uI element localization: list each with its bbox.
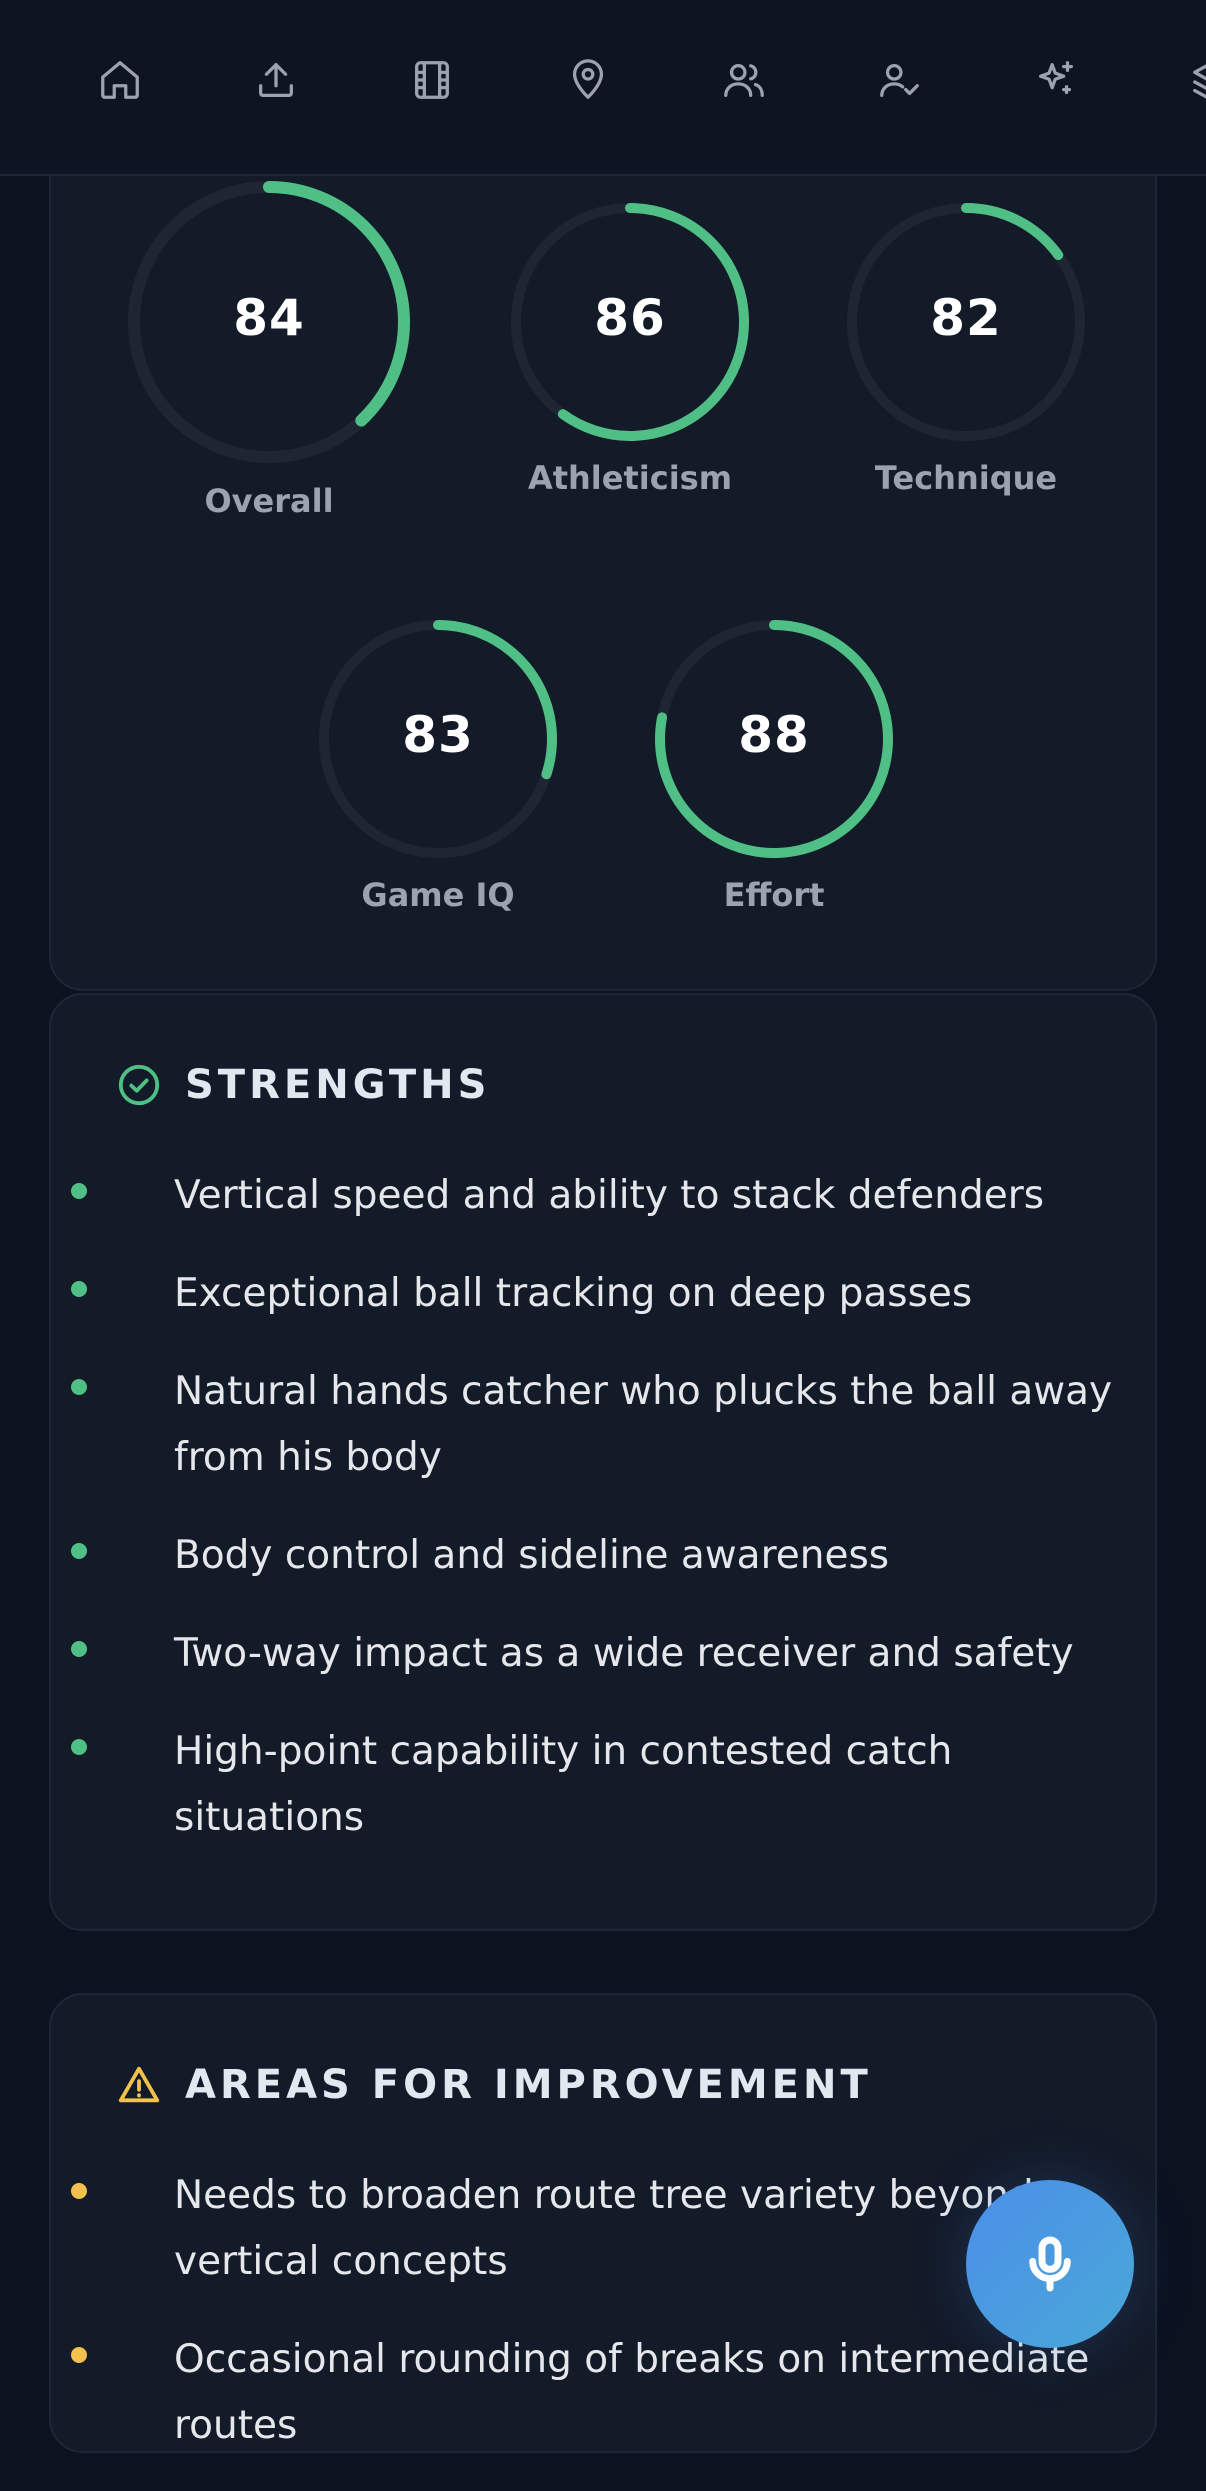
bullet-dot xyxy=(71,1183,87,1199)
layers-icon[interactable] xyxy=(1184,52,1206,108)
list-item: Body control and sideline awareness xyxy=(71,1523,1115,1589)
strengths-list: Vertical speed and ability to stack defe… xyxy=(71,1163,1115,1883)
film-icon[interactable] xyxy=(404,52,460,108)
score-value: 84 xyxy=(233,289,305,347)
bullet-dot xyxy=(71,2183,87,2199)
list-item-text: Two-way impact as a wide receiver and sa… xyxy=(174,1631,1074,1676)
improvement-header: AREAS FOR IMPROVEMENT xyxy=(115,2061,872,2109)
section-title: AREAS FOR IMPROVEMENT xyxy=(185,2062,872,2108)
list-item: Needs to broaden route tree variety beyo… xyxy=(71,2163,1115,2295)
score-ring-effort: 88 xyxy=(652,617,896,861)
user-check-icon[interactable] xyxy=(872,52,928,108)
strengths-header: STRENGTHS xyxy=(115,1061,490,1109)
improvement-list: Needs to broaden route tree variety beyo… xyxy=(71,2163,1115,2491)
score-value: 88 xyxy=(738,706,810,764)
score-label: Effort xyxy=(723,876,825,914)
score-ring-technique: 82 xyxy=(844,200,1088,444)
bullet-dot xyxy=(71,2347,87,2363)
users-icon[interactable] xyxy=(716,52,772,108)
score-label: Athleticism xyxy=(527,459,733,497)
upload-icon[interactable] xyxy=(248,52,304,108)
score-ring-athleticism: 86 xyxy=(508,200,752,444)
sparkles-icon[interactable] xyxy=(1028,52,1084,108)
voice-input-button[interactable] xyxy=(966,2180,1134,2348)
bullet-dot xyxy=(71,1543,87,1559)
list-item: Exceptional ball tracking on deep passes xyxy=(71,1261,1115,1327)
score-value: 82 xyxy=(930,289,1002,347)
list-item-text: Vertical speed and ability to stack defe… xyxy=(174,1173,1045,1218)
bullet-dot xyxy=(71,1641,87,1657)
list-item-text: Natural hands catcher who plucks the bal… xyxy=(174,1369,1113,1480)
list-item-text: Body control and sideline awareness xyxy=(174,1533,890,1578)
list-item-text: Occasional rounding of breaks on interme… xyxy=(174,2337,1090,2448)
score-label: Game IQ xyxy=(361,876,515,914)
bullet-dot xyxy=(71,1379,87,1395)
list-item: Two-way impact as a wide receiver and sa… xyxy=(71,1621,1115,1687)
list-item: High-point capability in contested catch… xyxy=(71,1719,1115,1851)
bullet-dot xyxy=(71,1281,87,1297)
list-item-text: High-point capability in contested catch… xyxy=(174,1729,953,1840)
list-item-text: Exceptional ball tracking on deep passes xyxy=(174,1271,973,1316)
top-navigation xyxy=(0,0,1206,176)
score-card: 84 Overall 86 Athleticism 82 Technique 8… xyxy=(49,120,1157,991)
score-value: 83 xyxy=(402,706,474,764)
list-item: Occasional rounding of breaks on interme… xyxy=(71,2327,1115,2459)
map-pin-icon[interactable] xyxy=(560,52,616,108)
score-ring-game-iq: 83 xyxy=(316,617,560,861)
list-item: Vertical speed and ability to stack defe… xyxy=(71,1163,1115,1229)
microphone-icon xyxy=(1029,2236,1071,2292)
score-value: 86 xyxy=(594,289,666,347)
bullet-dot xyxy=(71,1739,87,1755)
score-label: Technique xyxy=(874,459,1058,497)
warning-triangle-icon xyxy=(115,2061,163,2109)
score-label: Overall xyxy=(204,482,334,520)
check-circle-icon xyxy=(115,1061,163,1109)
section-title: STRENGTHS xyxy=(185,1062,491,1108)
list-item: Natural hands catcher who plucks the bal… xyxy=(71,1359,1115,1491)
home-icon[interactable] xyxy=(92,52,148,108)
strengths-card: STRENGTHS Vertical speed and ability to … xyxy=(49,993,1157,1931)
score-ring-overall: 84 xyxy=(124,177,414,467)
